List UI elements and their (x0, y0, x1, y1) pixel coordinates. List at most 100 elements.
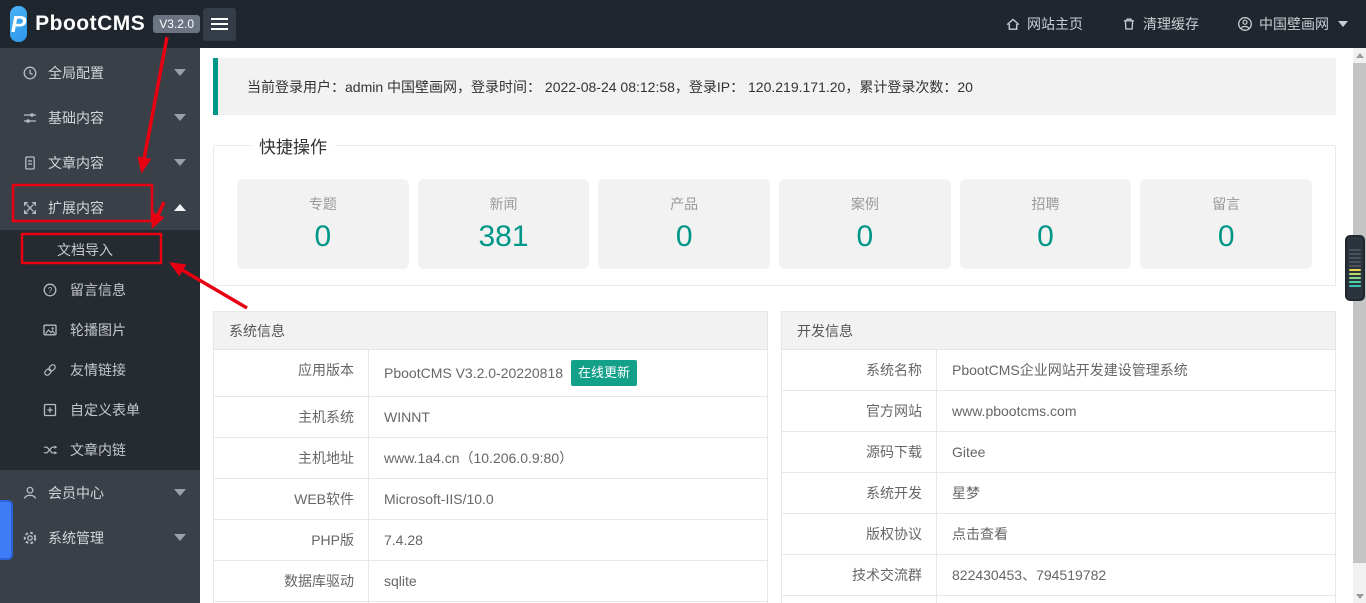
sidebar-item-label: 基础内容 (48, 109, 104, 126)
sliders-icon (24, 112, 36, 123)
quick-action-card[interactable]: 产品 0 (598, 179, 771, 269)
card-count: 0 (1217, 220, 1235, 253)
row-value: 822430453、794519782 (937, 555, 1335, 595)
row-value-text: 星梦 (952, 485, 980, 501)
row-label: 数据库驱动 (214, 561, 369, 601)
row-value-text: sqlite (384, 573, 417, 589)
row-value-text: Microsoft-IIS/10.0 (384, 491, 494, 507)
globe-icon (23, 66, 37, 79)
chevron-down-icon (1338, 21, 1348, 27)
scrollbar-thumb[interactable] (1353, 63, 1366, 563)
side-edge-widget-handle[interactable] (0, 500, 13, 560)
brand-title: PbootCMS (35, 12, 146, 35)
sidebar-item-global-config[interactable]: 全局配置 (0, 50, 200, 95)
row-label: 主机地址 (214, 438, 369, 478)
sidebar-item-basic-content[interactable]: 基础内容 (0, 95, 200, 140)
clear-cache-label: 清理缓存 (1143, 16, 1199, 32)
login-info-text: 当前登录用户：admin 中国壁画网，登录时间： 2022-08-24 08:1… (247, 78, 973, 95)
row-label: 应用版本 (214, 350, 369, 396)
card-count: 0 (314, 220, 332, 253)
row-value: WINNT (369, 397, 767, 437)
subitem-label: 留言信息 (70, 282, 126, 298)
card-count: 0 (675, 220, 693, 253)
top-header: P PbootCMS V3.2.0 网站主页 清理缓存 中国壁画网 (0, 0, 1366, 48)
quick-action-card[interactable]: 留言 0 (1140, 179, 1313, 269)
row-value-text: www.1a4.cn（10.206.0.9:80） (384, 450, 574, 466)
scroll-up-arrow-icon[interactable] (1353, 48, 1366, 62)
row-label: 版权协议 (782, 514, 937, 554)
table-row: 友情贡献者 感谢交流群各网友对PbootCMS发展的大力支持； 感谢LayUI提… (782, 596, 1335, 603)
row-value-text: 点击查看 (952, 526, 1008, 542)
row-label: 源码下载 (782, 432, 937, 472)
row-label: WEB软件 (214, 479, 369, 519)
chevron-down-icon (174, 159, 186, 166)
row-label: 官方网站 (782, 391, 937, 431)
login-info-bar: 当前登录用户：admin 中国壁画网，登录时间： 2022-08-24 08:1… (213, 58, 1336, 115)
table-row: 版权协议 点击查看 (782, 514, 1335, 555)
row-label: 友情贡献者 (782, 596, 937, 603)
row-value: www.pbootcms.com (937, 391, 1335, 431)
subitem-label: 自定义表单 (70, 402, 140, 418)
user-icon (23, 486, 37, 499)
sidebar-subitem-friend-links[interactable]: 友情链接 (0, 350, 200, 390)
sidebar-item-extended-content[interactable]: 扩展内容 (0, 185, 200, 230)
sidebar-item-article-content[interactable]: 文章内容 (0, 140, 200, 185)
sidebar-subitem-doc-import[interactable]: 文档导入 (0, 230, 200, 270)
site-home-link[interactable]: 网站主页 (1005, 14, 1083, 34)
trash-icon (1124, 18, 1134, 30)
sidebar-item-label: 扩展内容 (48, 199, 104, 216)
quick-action-card[interactable]: 招聘 0 (959, 179, 1132, 269)
clear-cache-link[interactable]: 清理缓存 (1121, 14, 1199, 34)
sidebar-item-label: 系统管理 (48, 529, 104, 546)
version-badge: V3.2.0 (153, 15, 200, 33)
row-value: 7.4.28 (369, 520, 767, 560)
scroll-minimap-widget[interactable] (1345, 235, 1365, 301)
row-value-text: 7.4.28 (384, 532, 423, 548)
dev-info-rows: 系统名称 PbootCMS企业网站开发建设管理系统 官方网站 www.pboot… (782, 350, 1335, 603)
row-value: 点击查看 (937, 514, 1335, 554)
scroll-down-arrow-icon[interactable] (1353, 589, 1366, 603)
row-label: PHP版 (214, 520, 369, 560)
quick-action-card[interactable]: 案例 0 (779, 179, 951, 269)
chevron-down-icon (174, 534, 186, 541)
sidebar-item-system-management[interactable]: 系统管理 (0, 515, 200, 560)
row-label: 主机系统 (214, 397, 369, 437)
menu-toggle-button[interactable] (203, 7, 236, 41)
brand-area: P PbootCMS V3.2.0 (0, 6, 200, 42)
row-value-text: www.pbootcms.com (952, 403, 1077, 419)
chevron-down-icon (174, 114, 186, 121)
quick-action-card[interactable]: 新闻 381 (417, 179, 590, 269)
table-row: 源码下载 Gitee (782, 432, 1335, 473)
row-label: 系统名称 (782, 350, 937, 390)
table-row: 主机地址 www.1a4.cn（10.206.0.9:80） (214, 438, 767, 479)
row-value-text: Gitee (952, 444, 986, 460)
card-label: 留言 (1212, 196, 1241, 212)
quick-actions-panel: 快捷操作 专题 0 新闻 381 产品 0 案例 0 招聘 0 留言 0 (213, 133, 1336, 286)
row-value: PbootCMS V3.2.0-20220818 在线更新 (369, 350, 767, 396)
quick-action-card[interactable]: 专题 0 (237, 179, 409, 269)
sidebar-subitem-carousel[interactable]: 轮播图片 (0, 310, 200, 350)
user-menu[interactable]: 中国壁画网 (1237, 14, 1348, 34)
card-label: 专题 (308, 196, 337, 212)
online-update-button[interactable]: 在线更新 (571, 360, 638, 386)
table-row: 系统开发 星梦 (782, 473, 1335, 514)
subitem-label: 友情链接 (70, 362, 126, 378)
row-value: www.1a4.cn（10.206.0.9:80） (369, 438, 767, 478)
table-row: 应用版本 PbootCMS V3.2.0-20220818 在线更新 (214, 350, 767, 397)
row-value: Microsoft-IIS/10.0 (369, 479, 767, 519)
sidebar-subitem-article-inlinks[interactable]: 文章内链 (0, 430, 200, 470)
sidebar-subitem-custom-forms[interactable]: 自定义表单 (0, 390, 200, 430)
form-icon (43, 403, 57, 417)
card-label: 招聘 (1031, 196, 1060, 212)
document-icon (25, 155, 35, 170)
card-count: 0 (1037, 220, 1054, 253)
row-value: sqlite (369, 561, 767, 601)
sidebar-subitem-messages[interactable]: ? 留言信息 (0, 270, 200, 310)
sidebar-item-member-center[interactable]: 会员中心 (0, 470, 200, 515)
expand-icon (24, 201, 36, 214)
system-info-rows: 应用版本 PbootCMS V3.2.0-20220818 在线更新 主机系统 … (214, 350, 767, 603)
dev-info-title: 开发信息 (782, 312, 1335, 350)
vertical-scrollbar[interactable] (1353, 48, 1366, 603)
table-row: 技术交流群 822430453、794519782 (782, 555, 1335, 596)
system-info-table: 系统信息 应用版本 PbootCMS V3.2.0-20220818 在线更新 … (213, 311, 768, 603)
